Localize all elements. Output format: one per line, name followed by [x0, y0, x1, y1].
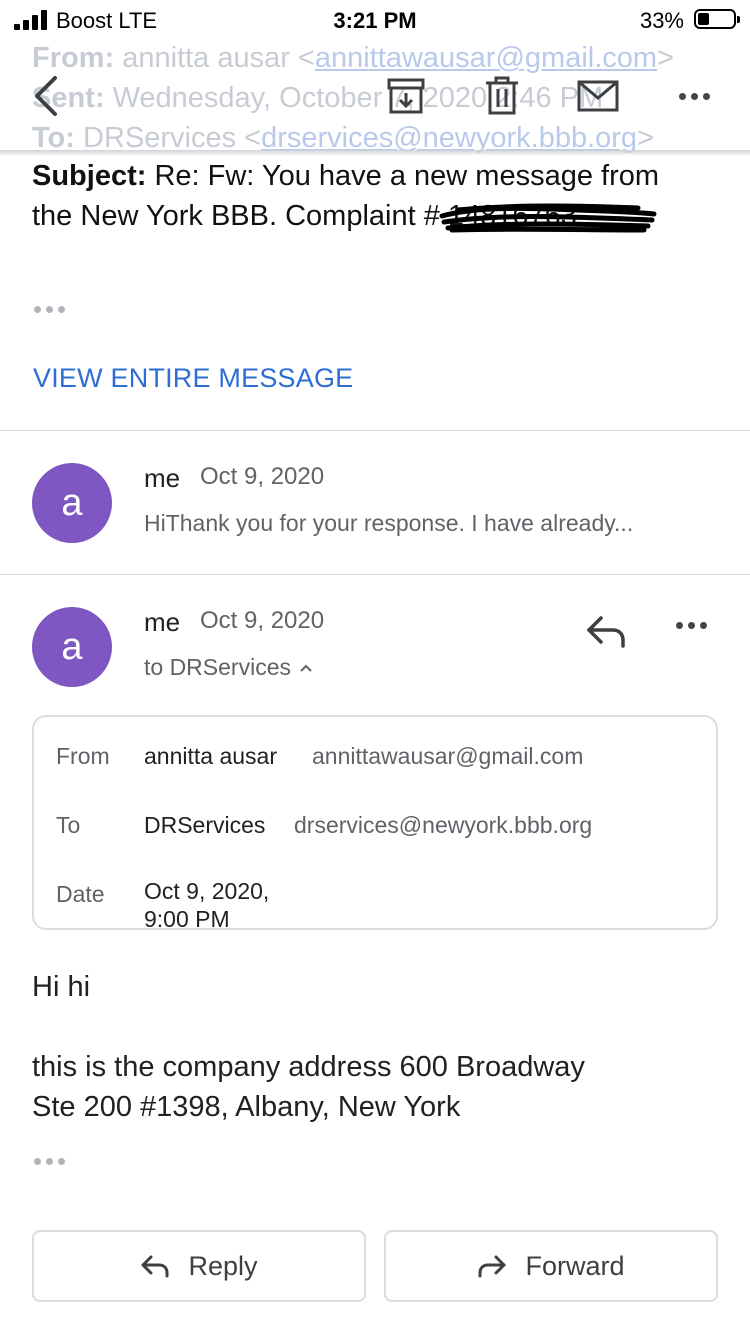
show-quoted-button[interactable]	[34, 306, 65, 313]
more-options-button[interactable]	[668, 70, 720, 122]
archive-icon	[387, 78, 425, 114]
message-snippet: HiThank you for your response. I have al…	[144, 510, 634, 536]
forward-icon	[478, 1255, 506, 1278]
body-greeting: Hi hi	[32, 971, 91, 1003]
message-toolbar	[0, 40, 750, 152]
subject-line-1: Re: Fw: You have a new message from	[154, 160, 660, 192]
redaction-scribble	[439, 203, 657, 233]
details-from-label: From	[56, 743, 110, 769]
recipients-toggle[interactable]: to DRServices	[144, 654, 313, 681]
reply-action-button[interactable]: Reply	[32, 1230, 366, 1302]
back-button[interactable]	[20, 70, 72, 122]
chevron-up-icon	[300, 664, 312, 672]
forward-action-button[interactable]: Forward	[384, 1230, 718, 1302]
details-date-value: Oct 9, 2020, 9:00 PM	[144, 878, 270, 930]
delete-button[interactable]	[476, 70, 528, 122]
details-date-label: Date	[56, 881, 105, 907]
reply-icon	[587, 616, 625, 648]
status-bar: Boost LTE 3:21 PM 33%	[0, 0, 750, 40]
avatar: a	[32, 463, 112, 543]
archive-button[interactable]	[380, 70, 432, 122]
recipients-label: to DRServices	[144, 654, 291, 680]
details-to-name: DRServices	[144, 812, 266, 838]
ellipsis-icon	[34, 1158, 65, 1165]
divider	[0, 574, 750, 575]
back-arrow-icon	[35, 76, 57, 116]
message-date: Oct 9, 2020	[200, 463, 325, 490]
show-trimmed-content-button[interactable]	[34, 1158, 65, 1165]
reply-label: Reply	[188, 1250, 258, 1281]
trash-icon	[486, 76, 518, 115]
battery-icon	[694, 9, 740, 29]
details-from-email[interactable]: annittawausar@gmail.com	[312, 743, 583, 770]
ellipsis-icon	[34, 306, 65, 313]
more-dots-icon	[678, 92, 710, 100]
subject-label: Subject:	[32, 160, 147, 192]
reply-icon	[141, 1255, 169, 1278]
message-more-button[interactable]	[676, 622, 707, 629]
battery-percentage: 33%	[639, 8, 684, 33]
mail-icon	[577, 80, 619, 112]
message-details-card: From annitta ausar annittawausar@gmail.c…	[32, 715, 718, 930]
view-entire-message-link[interactable]: VIEW ENTIRE MESSAGE	[33, 363, 353, 394]
mark-unread-button[interactable]	[572, 70, 624, 122]
divider	[0, 430, 750, 431]
more-dots-icon	[676, 622, 707, 629]
status-time: 3:21 PM	[333, 8, 417, 33]
sender-name: me	[144, 463, 181, 493]
body-paragraph: this is the company address 600 Broadway…	[32, 1051, 585, 1123]
sender-name: me	[144, 607, 181, 637]
details-from-name: annitta ausar	[144, 743, 277, 769]
message-date: Oct 9, 2020	[200, 607, 325, 634]
details-to-label: To	[56, 812, 81, 838]
details-to-email[interactable]: drservices@newyork.bbb.org	[294, 812, 592, 839]
avatar: a	[32, 607, 112, 687]
toolbar-divider	[0, 150, 750, 156]
reply-button[interactable]	[585, 612, 629, 652]
forward-label: Forward	[525, 1250, 625, 1281]
